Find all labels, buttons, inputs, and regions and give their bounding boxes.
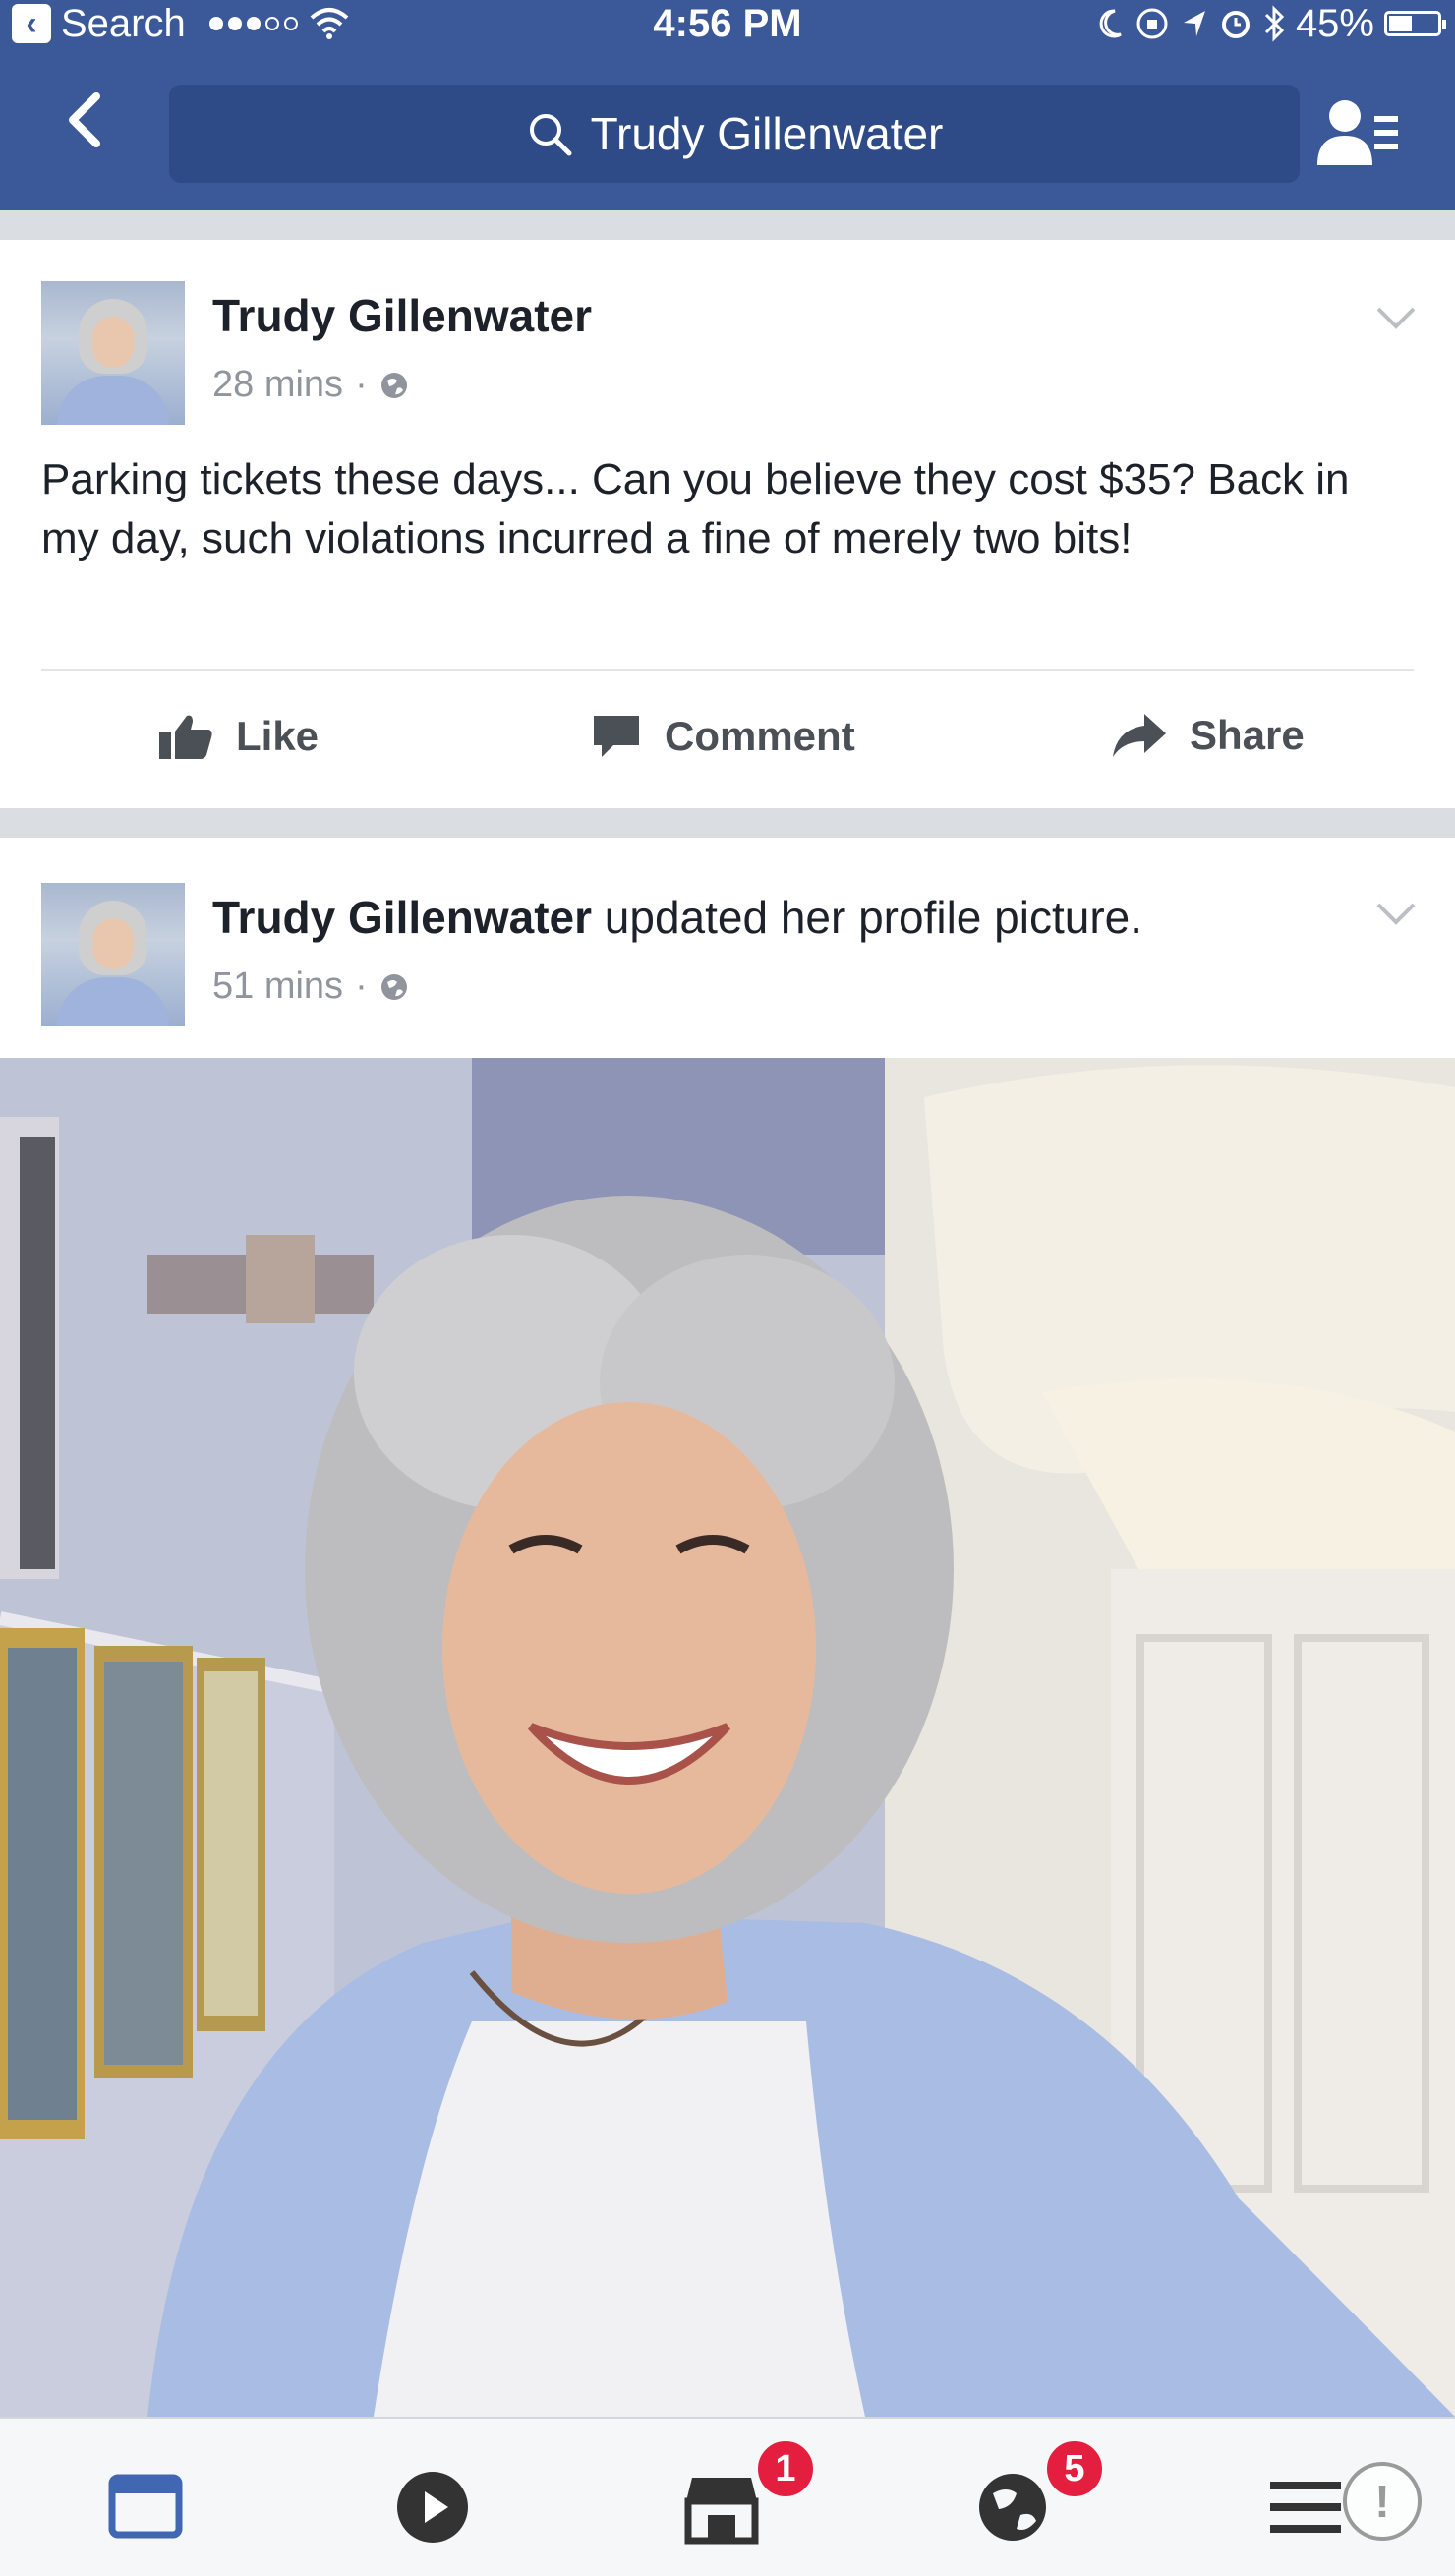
rotation-lock-icon [1136,8,1168,39]
feed-divider [0,210,1455,240]
video-icon[interactable] [393,2468,472,2547]
assistive-touch-icon[interactable]: ! [1343,2462,1422,2541]
globe-icon [380,973,407,1000]
share-icon [1113,714,1166,757]
battery-icon [1384,11,1446,36]
post-card: Trudy Gillenwater 28 mins · Parking tick… [0,240,1455,808]
bluetooth-icon [1264,5,1285,42]
post-author[interactable]: Trudy Gillenwater [212,289,592,342]
feed-divider [0,808,1455,838]
comment-button[interactable]: Comment [590,712,855,761]
post-headline: Trudy Gillenwater updated her profile pi… [212,891,1142,944]
moon-icon [1099,9,1122,38]
notifications-globe-icon[interactable] [973,2468,1052,2547]
marketplace-badge: 1 [755,2438,816,2499]
like-icon [159,715,212,759]
like-button[interactable]: Like [157,712,319,761]
profile-photo-illustration [0,1058,1455,2417]
post-text: Parking tickets these days... Can you be… [41,455,1350,562]
post-card: Trudy Gillenwater updated her profile pi… [0,838,1455,1058]
post-time[interactable]: 51 mins [212,966,343,1008]
top-bar: ‹ Search 4:56 PM 45% Trudy Gillenwater [0,0,1455,210]
chevron-down-icon[interactable] [1374,303,1418,332]
author-avatar[interactable] [41,281,185,425]
post-meta: 28 mins · [212,364,409,406]
menu-icon[interactable] [1266,2468,1345,2547]
bottom-tab-bar: 1 5 [0,2417,1455,2576]
profile-picture-photo[interactable] [0,1058,1455,2417]
battery-percent: 45% [1295,2,1374,45]
news-feed-icon[interactable] [106,2468,185,2547]
back-icon[interactable] [57,90,116,149]
alarm-icon [1221,11,1250,38]
friend-requests-icon[interactable] [1315,94,1400,173]
marketplace-icon[interactable] [682,2468,761,2547]
actions-divider [41,669,1414,671]
post-activity: updated her profile picture. [592,892,1143,943]
chevron-down-icon[interactable] [1374,899,1418,928]
search-bar[interactable]: Trudy Gillenwater [169,85,1300,183]
post-author[interactable]: Trudy Gillenwater [212,892,592,943]
share-button[interactable]: Share [1111,712,1305,759]
post-meta: 51 mins · [212,966,409,1008]
status-bar: ‹ Search 4:56 PM 45% [0,0,1455,49]
location-icon [1183,11,1205,36]
author-avatar[interactable] [41,883,185,1026]
meta-separator: · [355,364,368,405]
meta-separator: · [355,966,368,1007]
comment-icon [594,716,639,757]
globe-icon [380,372,407,398]
notifications-badge: 5 [1044,2438,1105,2499]
post-time[interactable]: 28 mins [212,364,343,406]
search-query: Trudy Gillenwater [590,108,944,159]
search-icon [529,114,572,156]
